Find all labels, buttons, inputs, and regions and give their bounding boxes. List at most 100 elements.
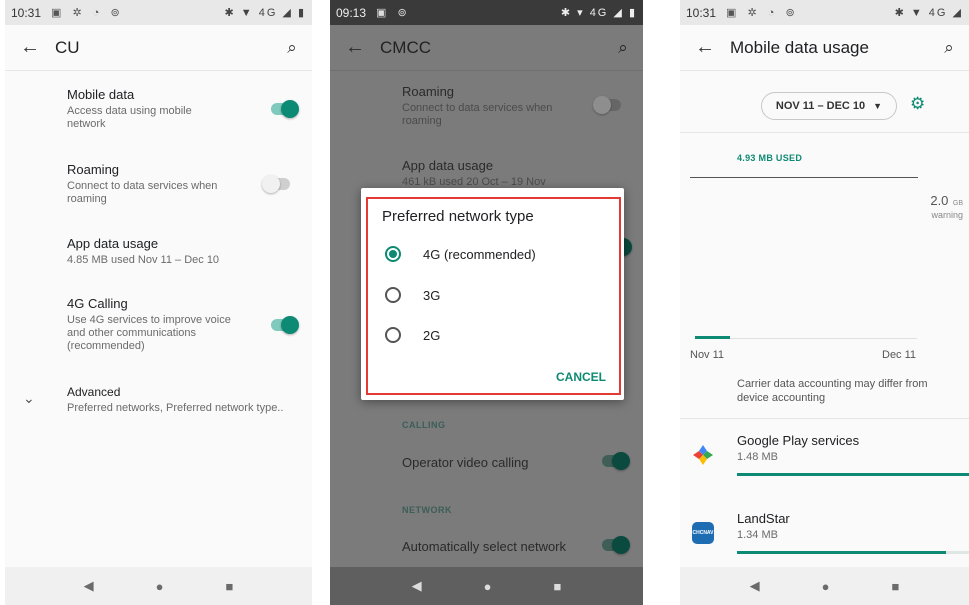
- pref-title: 4G Calling: [67, 296, 128, 311]
- notification-icons: ▣ ✲ ◔ ⊚: [51, 7, 124, 19]
- dropdown-arrow-icon: ▼: [873, 101, 883, 111]
- landstar-icon: CHCNAV: [692, 522, 714, 544]
- back-arrow-icon[interactable]: ←: [5, 36, 55, 59]
- status-right-icons: ✱ ▼ 4G ◢ ▮: [224, 7, 306, 19]
- option-label: 4G (recommended): [423, 246, 536, 262]
- pref-summary: Use 4G services to improve voice and oth…: [67, 314, 231, 352]
- app-bar: ← CMCC ⌕: [330, 25, 643, 71]
- radio-unchecked-icon[interactable]: [385, 327, 401, 343]
- warning-value: 2.0: [930, 193, 949, 208]
- cancel-button[interactable]: CANCEL: [556, 370, 606, 384]
- divider: [680, 132, 969, 133]
- app-size: 1.34 MB: [737, 529, 778, 541]
- search-icon[interactable]: ⌕: [272, 38, 312, 58]
- screen-cu-settings: 10:31 ▣ ✲ ◔ ⊚ ✱ ▼ 4G ◢ ▮ ← CU ⌕ Mobile d…: [5, 0, 312, 605]
- used-label: 4.93 MB USED: [737, 153, 803, 163]
- roaming-toggle[interactable]: [262, 175, 290, 193]
- google-play-services-icon: [693, 445, 713, 465]
- home-nav-icon[interactable]: ●: [822, 579, 830, 594]
- home-nav-icon[interactable]: ●: [484, 579, 492, 594]
- app-bar: ← Mobile data usage ⌕: [680, 25, 969, 71]
- usage-bar-fill: [737, 551, 946, 554]
- screen-cmcc-settings: 09:13 ▣ ⊚ ✱ ▾ 4G ◢ ▮ ← CMCC ⌕ Roaming Co…: [330, 0, 643, 605]
- nav-bar: ◀ ● ■: [680, 567, 969, 605]
- status-bar: 09:13 ▣ ⊚ ✱ ▾ 4G ◢ ▮: [330, 0, 643, 25]
- operator-video-toggle[interactable]: [602, 452, 630, 470]
- dialog-title: Preferred network type: [382, 208, 534, 225]
- notification-icons: ▣ ✲ ◔ ⊚: [726, 7, 799, 19]
- divider: [680, 418, 969, 419]
- mobile-data-toggle[interactable]: [271, 100, 299, 118]
- back-nav-icon[interactable]: ◀: [412, 578, 422, 594]
- warning-unit: GB: [952, 200, 963, 207]
- back-arrow-icon[interactable]: ←: [330, 36, 380, 59]
- pref-summary: Connect to data services when roaming: [402, 102, 553, 127]
- radio-unchecked-icon[interactable]: [385, 287, 401, 303]
- pref-title: Roaming: [67, 162, 120, 177]
- axis-start-label: Nov 11: [690, 349, 725, 361]
- carrier-disclaimer: Carrier data accounting may differ from …: [737, 378, 928, 404]
- app-data-usage-pref[interactable]: App data usage 461 kB used 20 Oct – 19 N…: [402, 158, 643, 189]
- pref-title: App data usage: [67, 236, 159, 251]
- warning-line: [690, 177, 918, 178]
- chevron-down-icon[interactable]: ⌄: [23, 390, 35, 407]
- app-row-landstar[interactable]: CHCNAV LandStar 1.34 MB: [680, 508, 969, 560]
- option-4g[interactable]: 4G (recommended): [385, 246, 536, 262]
- back-nav-icon[interactable]: ◀: [84, 578, 94, 594]
- nav-bar: ◀ ● ■: [330, 567, 643, 605]
- status-time: 10:31: [686, 5, 717, 20]
- pref-summary: Connect to data services when roaming: [67, 180, 218, 205]
- app-name: Google Play services: [737, 433, 860, 448]
- recents-nav-icon[interactable]: ■: [892, 579, 900, 594]
- calling-section-header: CALLING: [402, 420, 446, 430]
- auto-network-toggle[interactable]: [602, 536, 630, 554]
- recents-nav-icon[interactable]: ■: [226, 579, 234, 594]
- notification-icons: ▣ ⊚: [376, 7, 411, 19]
- calling-4g-toggle[interactable]: [271, 316, 299, 334]
- home-nav-icon[interactable]: ●: [156, 579, 164, 594]
- app-bar: ← CU ⌕: [5, 25, 312, 71]
- status-time: 10:31: [11, 5, 42, 20]
- status-bar: 10:31 ▣ ✲ ◔ ⊚ ✱ ▼ 4G ◢ ▮: [5, 0, 312, 25]
- app-name: LandStar: [737, 511, 790, 526]
- option-3g[interactable]: 3G: [385, 287, 440, 303]
- network-section-header: NETWORK: [402, 505, 452, 515]
- roaming-toggle[interactable]: [593, 96, 621, 114]
- usage-line: [695, 336, 730, 339]
- warning-label: warning: [931, 210, 963, 220]
- app-data-usage-pref[interactable]: App data usage 4.85 MB used Nov 11 – Dec…: [67, 236, 312, 267]
- advanced-pref[interactable]: Advanced Preferred networks, Preferred n…: [67, 385, 312, 415]
- search-icon[interactable]: ⌕: [603, 38, 643, 58]
- radio-checked-icon[interactable]: [385, 246, 401, 262]
- usage-bar: [737, 473, 969, 476]
- status-bar: 10:31 ▣ ✲ ◔ ⊚ ✱ ▼ 4G ◢: [680, 0, 969, 25]
- pref-title: Mobile data: [67, 87, 135, 102]
- axis-end-label: Dec 11: [882, 349, 917, 361]
- gear-icon[interactable]: ⚙: [910, 94, 925, 114]
- warning-readout: 2.0 GB warning: [930, 192, 963, 220]
- option-label: 3G: [423, 287, 441, 303]
- search-icon[interactable]: ⌕: [929, 38, 969, 58]
- page-title: Mobile data usage: [730, 37, 869, 57]
- usage-bar-fill: [737, 473, 969, 476]
- pref-summary: 4.85 MB used Nov 11 – Dec 10: [67, 254, 220, 266]
- pref-summary: Preferred networks, Preferred network ty…: [67, 402, 284, 414]
- preferred-network-dialog: Preferred network type 4G (recommended) …: [361, 188, 624, 400]
- status-right-icons: ✱ ▼ 4G ◢: [894, 7, 963, 19]
- back-arrow-icon[interactable]: ←: [680, 36, 730, 59]
- date-range-label: NOV 11 – DEC 10: [775, 100, 866, 112]
- pref-summary: Access data using mobile network: [67, 105, 192, 130]
- pref-title: App data usage: [402, 158, 494, 173]
- screen-mobile-data-usage: 10:31 ▣ ✲ ◔ ⊚ ✱ ▼ 4G ◢ ← Mobile data usa…: [680, 0, 969, 605]
- app-size: 1.48 MB: [737, 451, 778, 463]
- recents-nav-icon[interactable]: ■: [554, 579, 562, 594]
- page-title: CU: [55, 37, 80, 57]
- usage-bar: [737, 551, 969, 554]
- status-right-icons: ✱ ▾ 4G ◢ ▮: [560, 7, 637, 19]
- option-label: 2G: [423, 327, 441, 343]
- app-row-google-play-services[interactable]: Google Play services 1.48 MB: [680, 430, 969, 482]
- back-nav-icon[interactable]: ◀: [750, 578, 760, 594]
- nav-bar: ◀ ● ■: [5, 567, 312, 605]
- date-range-dropdown[interactable]: NOV 11 – DEC 10 ▼: [761, 92, 897, 120]
- option-2g[interactable]: 2G: [385, 327, 440, 343]
